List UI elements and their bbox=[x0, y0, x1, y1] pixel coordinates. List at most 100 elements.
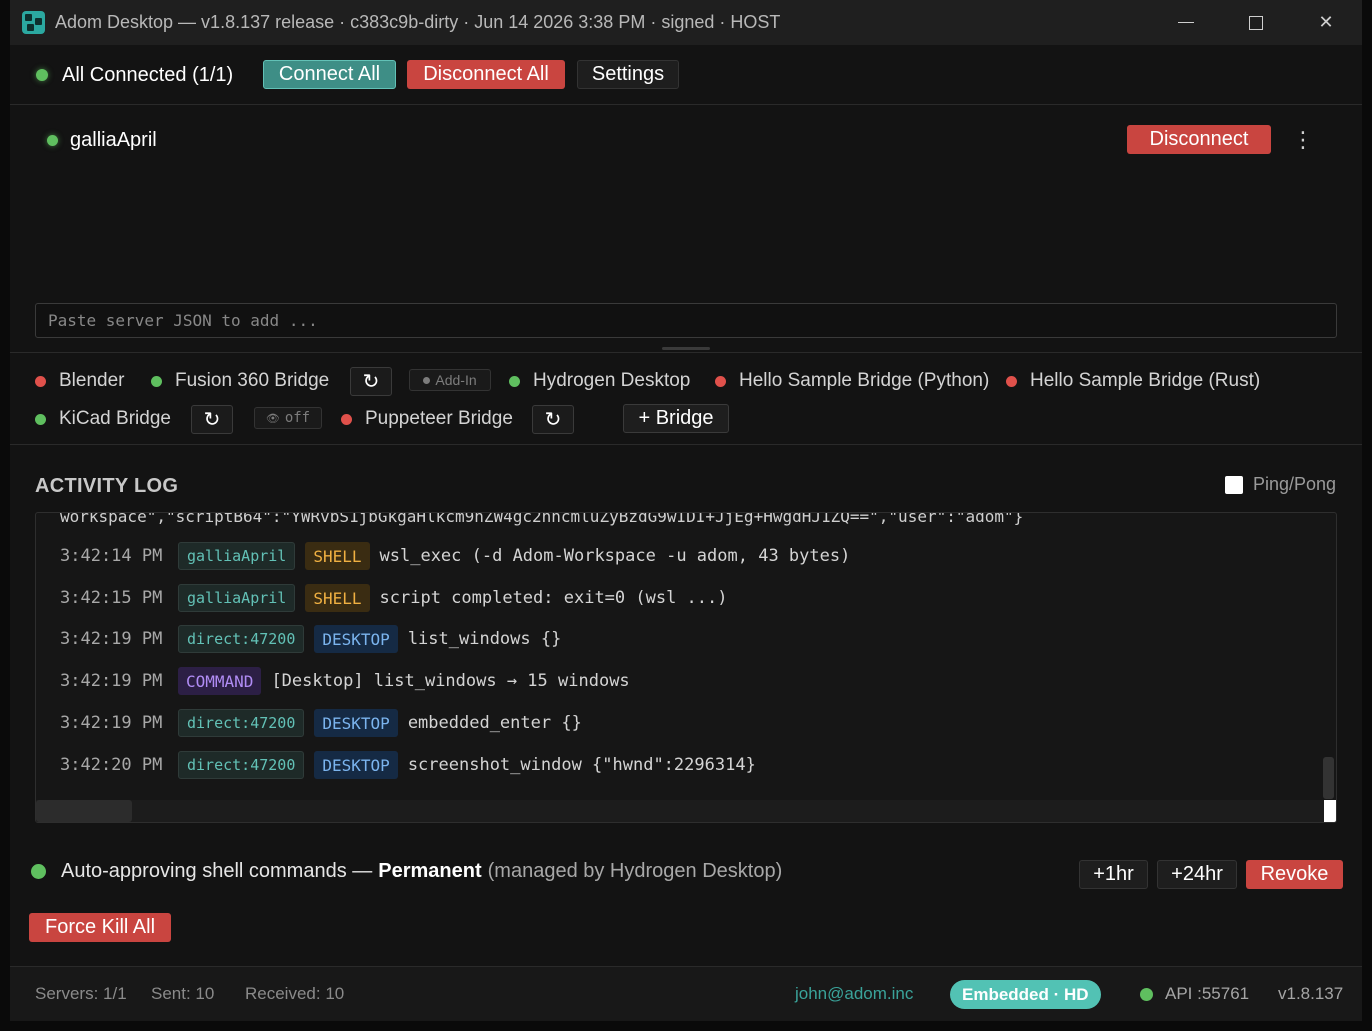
api-port: API :55761 bbox=[1165, 984, 1250, 1003]
log-source-badge: galliaApril bbox=[178, 584, 296, 612]
version-label: v1.8.137 bbox=[1278, 984, 1344, 1003]
log-horizontal-scroll-track[interactable] bbox=[36, 800, 1326, 822]
log-time: 3:42:15 PM bbox=[60, 588, 163, 608]
minimize-button[interactable] bbox=[1156, 0, 1216, 45]
connect-all-button[interactable]: Connect All bbox=[263, 60, 396, 89]
maximize-button[interactable] bbox=[1226, 0, 1286, 45]
servers-count: Servers: 1/1 bbox=[35, 984, 127, 1003]
auto-approve-dot bbox=[31, 864, 46, 879]
bridge-item-blender[interactable]: Blender bbox=[35, 370, 125, 392]
log-source-badge: direct:47200 bbox=[178, 751, 305, 779]
auto-approve-mode: Permanent bbox=[378, 860, 482, 882]
server-list: galliaApril Disconnect ⋮ bbox=[10, 105, 1362, 353]
app-logo-icon bbox=[22, 11, 45, 34]
log-line-partial: workspace","scriptB64":"YWRvbS1jbGkgaHlk… bbox=[60, 512, 1024, 526]
close-button[interactable]: ✕ bbox=[1296, 0, 1356, 45]
log-kind-badge: DESKTOP bbox=[314, 709, 398, 737]
log-horizontal-scrollbar[interactable] bbox=[36, 800, 132, 822]
activity-log[interactable]: workspace","scriptB64":"YWRvbS1jbGkgaHlk… bbox=[35, 512, 1337, 823]
bridge-status-dot bbox=[341, 413, 352, 425]
bridge-status-dot bbox=[35, 375, 46, 387]
server-status-dot bbox=[47, 135, 58, 146]
revoke-button[interactable]: Revoke bbox=[1246, 860, 1343, 889]
bridge-item-hydrogen-desktop[interactable]: Hydrogen Desktop bbox=[509, 370, 690, 392]
off-chip[interactable]: 👁 off bbox=[254, 407, 322, 429]
addin-dot-icon bbox=[423, 376, 431, 384]
bridge-status-dot bbox=[509, 375, 520, 387]
refresh-icon: ↻ bbox=[362, 371, 380, 393]
activity-log-title: ACTIVITY LOG bbox=[35, 475, 179, 497]
plus-1hr-button[interactable]: +1hr bbox=[1079, 860, 1148, 889]
bridge-item-puppeteer[interactable]: Puppeteer Bridge bbox=[341, 408, 513, 430]
bridge-item-hello-python[interactable]: Hello Sample Bridge (Python) bbox=[715, 370, 989, 392]
bridge-name: Blender bbox=[59, 370, 125, 391]
add-bridge-button[interactable]: + Bridge bbox=[623, 404, 729, 433]
mode-badge: Embedded · HD bbox=[950, 980, 1101, 1009]
log-row: 3:42:19 PM direct:47200 DESKTOP embedded… bbox=[60, 708, 582, 738]
bridge-item-hello-rust[interactable]: Hello Sample Bridge (Rust) bbox=[1006, 370, 1260, 392]
log-row: 3:42:14 PM galliaApril SHELL wsl_exec (-… bbox=[60, 541, 850, 571]
disconnect-all-button[interactable]: Disconnect All bbox=[407, 60, 565, 89]
bridge-name: Hydrogen Desktop bbox=[533, 370, 691, 391]
log-time: 3:42:19 PM bbox=[60, 713, 163, 733]
server-name: galliaApril bbox=[70, 129, 157, 151]
bridge-name: Hello Sample Bridge (Rust) bbox=[1030, 370, 1261, 391]
log-kind-badge: SHELL bbox=[305, 584, 370, 612]
addin-label: Add-In bbox=[435, 372, 477, 388]
log-source-badge: direct:47200 bbox=[178, 625, 305, 653]
close-icon: ✕ bbox=[1318, 12, 1334, 32]
bridge-name: Fusion 360 Bridge bbox=[175, 370, 330, 391]
log-vertical-scrollbar[interactable] bbox=[1323, 757, 1334, 799]
received-count: Received: 10 bbox=[245, 984, 345, 1003]
log-message: list_windows {} bbox=[407, 629, 562, 649]
log-time: 3:42:19 PM bbox=[60, 671, 163, 691]
refresh-kicad-button[interactable]: ↻ bbox=[191, 405, 233, 434]
refresh-fusion360-button[interactable]: ↻ bbox=[350, 367, 392, 396]
refresh-icon: ↻ bbox=[203, 409, 221, 431]
status-bar: Servers: 1/1 Sent: 10 Received: 10 john@… bbox=[10, 966, 1362, 1021]
server-json-input[interactable] bbox=[35, 303, 1337, 338]
bridge-status-dot bbox=[1006, 375, 1017, 387]
pingpong-checkbox[interactable] bbox=[1225, 475, 1243, 494]
log-row: 3:42:19 PM COMMAND [Desktop] list_window… bbox=[60, 666, 630, 696]
log-row: 3:42:15 PM galliaApril SHELL script comp… bbox=[60, 583, 728, 613]
bridge-item-kicad[interactable]: KiCad Bridge bbox=[35, 408, 171, 430]
server-disconnect-button[interactable]: Disconnect bbox=[1127, 125, 1271, 154]
bridge-status-dot bbox=[35, 413, 46, 425]
bridge-name: Puppeteer Bridge bbox=[365, 408, 513, 429]
settings-button[interactable]: Settings bbox=[577, 60, 679, 89]
main-panel: All Connected (1/1) Connect All Disconne… bbox=[10, 45, 1362, 1021]
eye-off-icon: 👁 bbox=[265, 411, 280, 425]
log-time: 3:42:14 PM bbox=[60, 546, 163, 566]
bridge-name: Hello Sample Bridge (Python) bbox=[739, 370, 990, 391]
bridge-bar: Blender Fusion 360 Bridge ↻ Add-In Hydro… bbox=[10, 353, 1362, 445]
log-row: 3:42:19 PM direct:47200 DESKTOP list_win… bbox=[60, 624, 561, 654]
refresh-icon: ↻ bbox=[544, 409, 562, 431]
connection-status-dot bbox=[36, 69, 48, 81]
bridge-name: KiCad Bridge bbox=[59, 408, 171, 429]
user-email[interactable]: john@adom.inc bbox=[795, 984, 913, 1004]
pingpong-label: Ping/Pong bbox=[1253, 474, 1337, 494]
plus-24hr-button[interactable]: +24hr bbox=[1157, 860, 1237, 889]
log-message: [Desktop] list_windows → 15 windows bbox=[271, 671, 630, 691]
sent-count: Sent: 10 bbox=[151, 984, 215, 1003]
auto-approve-status: Auto-approving shell commands — Permanen… bbox=[31, 860, 782, 883]
title-bar: Adom Desktop — v1.8.137 release · c383c9… bbox=[10, 0, 1362, 45]
force-kill-all-button[interactable]: Force Kill All bbox=[29, 913, 171, 942]
log-message: embedded_enter {} bbox=[407, 713, 582, 733]
connection-toolbar: All Connected (1/1) Connect All Disconne… bbox=[10, 45, 1362, 105]
server-menu-icon[interactable]: ⋮ bbox=[1292, 125, 1314, 154]
addin-chip[interactable]: Add-In bbox=[409, 369, 491, 391]
refresh-puppeteer-button[interactable]: ↻ bbox=[532, 405, 574, 434]
bridge-status-dot bbox=[151, 375, 162, 387]
log-kind-badge: COMMAND bbox=[178, 667, 262, 695]
log-row: 3:42:20 PM direct:47200 DESKTOP screensh… bbox=[60, 750, 756, 780]
bridge-item-fusion360[interactable]: Fusion 360 Bridge bbox=[151, 370, 329, 392]
log-source-badge: direct:47200 bbox=[178, 709, 305, 737]
resize-handle[interactable] bbox=[662, 347, 710, 350]
log-kind-badge: DESKTOP bbox=[314, 751, 398, 779]
log-time: 3:42:19 PM bbox=[60, 629, 163, 649]
maximize-icon bbox=[1249, 15, 1263, 30]
api-status-dot bbox=[1140, 988, 1153, 1001]
pingpong-toggle[interactable]: Ping/Pong bbox=[1225, 474, 1336, 495]
